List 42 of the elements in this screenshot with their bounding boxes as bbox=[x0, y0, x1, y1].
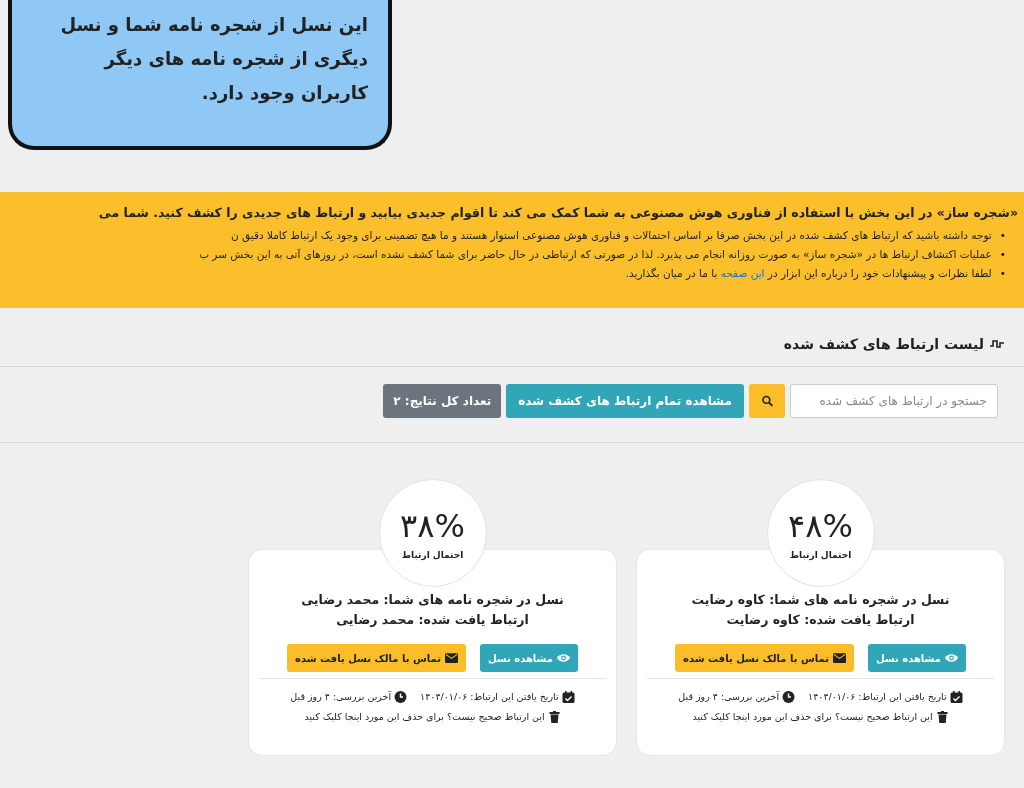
node-name: ارتباط یافت شده: محمد رضایی bbox=[336, 611, 529, 629]
node-name: نسل در شجره نامه های شما: محمد رضایی bbox=[301, 591, 564, 609]
envelope-icon bbox=[444, 652, 458, 664]
probability-value: ۴۸% bbox=[788, 506, 853, 546]
section-title: لیست ارتباط های کشف شده bbox=[783, 336, 984, 352]
callout-text: این نسل از شجره نامه شما و نسل bbox=[60, 13, 368, 38]
banner-text: عملیات اکتشاف ارتباط ها در «شجره ساز» به صورت روزانه انجام می پذیرد. لذا در صورتی که ارتباطی در حال حاضر برای شما کشف نشده است، در روزهای آتی به این بخش سر ب bbox=[199, 247, 992, 263]
search-button[interactable] bbox=[749, 384, 785, 418]
envelope-icon bbox=[832, 652, 846, 664]
probability-value: ۳۸% bbox=[400, 506, 465, 546]
clock-icon bbox=[394, 691, 408, 703]
search-field[interactable]: جستجو در ارتباط های کشف شده bbox=[790, 384, 998, 418]
delete-link[interactable]: این ارتباط صحیح نیست؟ برای حذف این مورد اینجا کلیک کنید bbox=[692, 707, 933, 727]
node-name: ارتباط یافت شده: کاوه رضایت bbox=[726, 611, 915, 629]
pulse-icon bbox=[990, 338, 1004, 350]
contact-owner-button[interactable]: تماس با مالک نسل یافت شده bbox=[287, 644, 466, 672]
bullet-marker: • bbox=[999, 228, 1006, 243]
banner-heading: «شجره ساز» در این بخش با استفاده از فناوری هوش مصنوعی به شما کمک می کند تا اقوام جدیدی بیابید و ارتباط های جدیدی را کشف کنید. شما می bbox=[98, 205, 1018, 220]
eye-icon bbox=[945, 652, 958, 664]
bullet-marker: • bbox=[999, 247, 1006, 262]
contact-owner-button[interactable]: تماس با مالک نسل یافت شده bbox=[675, 644, 854, 672]
node-name: نسل در شجره نامه های شما: کاوه رضایت bbox=[691, 591, 950, 609]
callout-text: دیگری از شجره نامه های دیگر bbox=[104, 47, 368, 72]
search-icon bbox=[760, 395, 774, 407]
probability-label: احتمال ارتباط bbox=[789, 550, 852, 560]
delete-link[interactable]: این ارتباط صحیح نیست؟ برای حذف این مورد اینجا کلیک کنید bbox=[304, 707, 545, 727]
banner-text: لطفا نظرات و پیشنهادات خود را درباره این ابزار در این صفحه با ما در میان بگذارید. bbox=[625, 266, 992, 282]
bullet-marker: • bbox=[999, 266, 1006, 281]
results-count: تعداد کل نتایج: ۲ bbox=[383, 384, 502, 418]
callout-text: کاربران وجود دارد. bbox=[201, 81, 368, 106]
eye-icon bbox=[557, 652, 570, 664]
last-check: آخرین بررسی: ۴ روز قبل bbox=[290, 690, 392, 704]
trash-icon bbox=[547, 711, 561, 723]
calendar-icon bbox=[561, 691, 575, 703]
last-check: آخرین بررسی: ۴ روز قبل bbox=[678, 690, 780, 704]
trash-icon bbox=[935, 711, 949, 723]
clock-icon bbox=[782, 691, 796, 703]
probability-label: احتمال ارتباط bbox=[401, 550, 464, 560]
found-date: تاریخ یافتن این ارتباط: ۱۴۰۴/۰۱/۰۶ bbox=[808, 690, 947, 704]
found-date: تاریخ یافتن این ارتباط: ۱۴۰۴/۰۱/۰۶ bbox=[420, 690, 559, 704]
calendar-icon bbox=[949, 691, 963, 703]
banner-text: توجه داشته باشید که ارتباط های کشف شده در این بخش صرفا بر اساس احتمالات و فناوری هوش مصنوعی استوار هستند و ما هیچ تضمینی برای وجود یک ارتباط کاملا دقیق ن bbox=[230, 228, 992, 244]
